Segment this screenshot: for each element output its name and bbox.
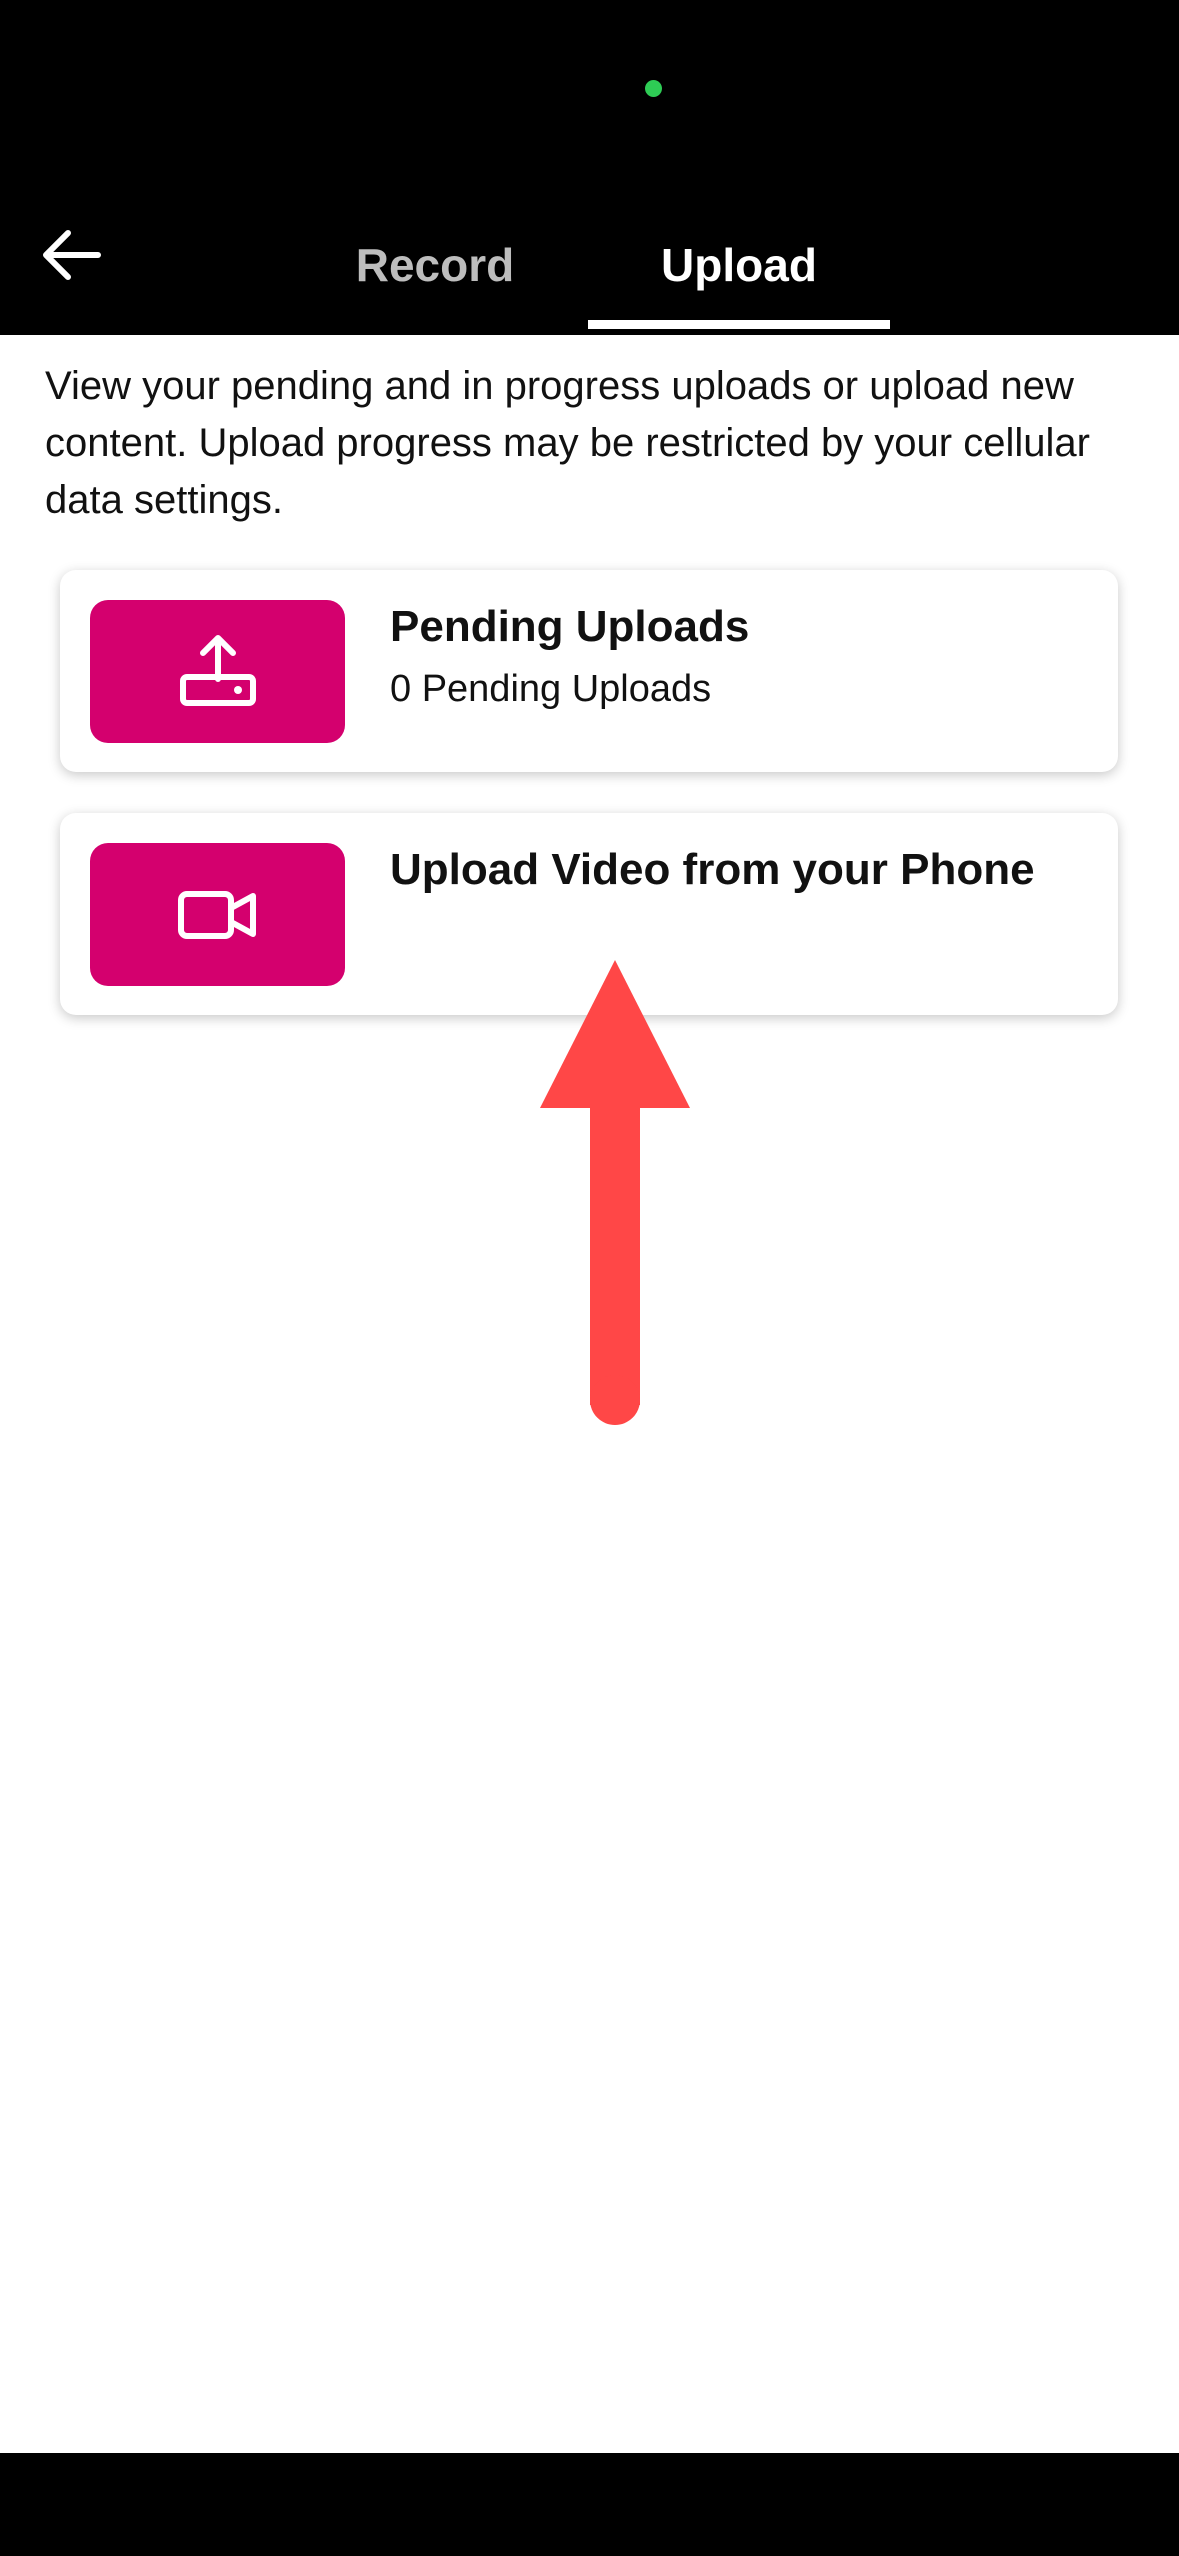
active-tab-indicator xyxy=(588,320,890,329)
pending-uploads-count: 0 Pending Uploads xyxy=(390,668,712,710)
bottom-navigation-bar xyxy=(0,2453,1179,2556)
tab-bar: Record Upload xyxy=(0,200,1179,335)
tab-upload[interactable]: Upload xyxy=(588,200,890,330)
upload-video-icon-box xyxy=(90,843,345,986)
pending-uploads-title: Pending Uploads xyxy=(390,602,750,651)
tab-record[interactable]: Record xyxy=(310,200,560,330)
annotation-arrow-icon xyxy=(540,960,690,1425)
pending-uploads-card[interactable]: Pending Uploads 0 Pending Uploads xyxy=(60,570,1118,772)
pending-uploads-icon-box xyxy=(90,600,345,743)
video-camera-icon xyxy=(177,890,256,939)
upload-description: View your pending and in progress upload… xyxy=(45,364,1090,522)
upload-video-card[interactable]: Upload Video from your Phone xyxy=(60,813,1118,1015)
upload-tray-icon xyxy=(179,634,256,706)
camera-indicator-dot xyxy=(645,80,662,97)
upload-video-title: Upload Video from your Phone xyxy=(390,845,1035,894)
upload-screen: Record Upload View your pending and in p… xyxy=(0,0,1179,2556)
top-header: Record Upload xyxy=(0,0,1179,335)
